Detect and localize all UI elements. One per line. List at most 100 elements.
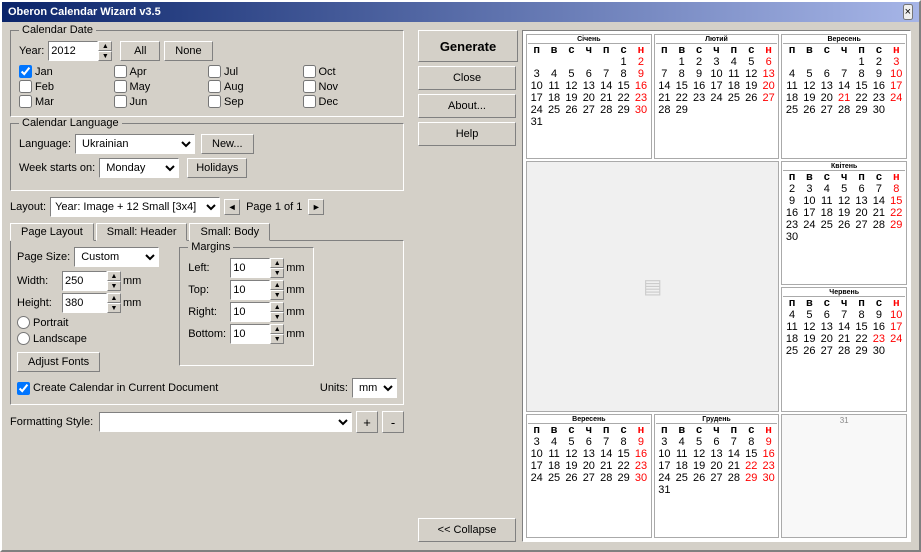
dialog-overlay: Define Holidays for 'Ukrainian' × Holida… <box>523 31 910 541</box>
about-button[interactable]: About... <box>418 94 516 118</box>
months-grid: Jan Apr Jul Oct Feb May Aug Nov Mar Jun … <box>19 65 395 108</box>
height-input[interactable] <box>62 293 107 313</box>
right-margin-up[interactable]: ▲ <box>270 302 284 312</box>
calendar-language-group: Calendar Language Language: Ukrainian Ne… <box>10 123 404 191</box>
calendar-preview-panel: Січень п в с ч п с н 12 3456789 10111213… <box>522 30 911 542</box>
month-nov: Nov <box>303 80 386 93</box>
bottom-margin-input[interactable] <box>230 324 270 344</box>
width-input[interactable] <box>62 271 107 291</box>
month-may-label: May <box>130 81 151 93</box>
formatting-add-button[interactable]: + <box>356 411 378 433</box>
year-up-button[interactable]: ▲ <box>98 41 112 51</box>
left-margin-row: Left: ▲ ▼ mm <box>188 258 304 278</box>
none-button[interactable]: None <box>164 41 212 61</box>
right-margin-label: Right: <box>188 306 230 318</box>
top-margin-up[interactable]: ▲ <box>270 280 284 290</box>
month-sep-label: Sep <box>224 96 244 108</box>
width-row: Width: ▲ ▼ mm <box>17 271 159 291</box>
year-input[interactable] <box>48 41 98 61</box>
formatting-label: Formatting Style: <box>10 416 93 428</box>
height-down[interactable]: ▼ <box>107 303 121 313</box>
width-up[interactable]: ▲ <box>107 271 121 281</box>
new-language-button[interactable]: New... <box>201 134 254 154</box>
bottom-margin-row: Bottom: ▲ ▼ mm <box>188 324 304 344</box>
year-spin-buttons: ▲ ▼ <box>98 41 112 61</box>
month-feb-checkbox[interactable] <box>19 80 32 93</box>
portrait-label: Portrait <box>33 317 68 329</box>
margins-title: Margins <box>188 241 233 253</box>
tab-content: Page Size: Custom Width: ▲ ▼ <box>10 240 404 405</box>
page-size-select[interactable]: Custom <box>74 247 159 267</box>
width-down[interactable]: ▼ <box>107 281 121 291</box>
main-window: Oberon Calendar Wizard v3.5 × Calendar D… <box>0 0 921 552</box>
month-may-checkbox[interactable] <box>114 80 127 93</box>
year-down-button[interactable]: ▼ <box>98 51 112 61</box>
landscape-radio[interactable] <box>17 332 30 345</box>
create-row: Create Calendar in Current Document Unit… <box>17 378 397 398</box>
all-button[interactable]: All <box>120 41 160 61</box>
month-nov-checkbox[interactable] <box>303 80 316 93</box>
page-prev-button[interactable]: ◄ <box>224 199 240 215</box>
month-mar-checkbox[interactable] <box>19 95 32 108</box>
page-next-button[interactable]: ► <box>308 199 324 215</box>
bottom-margin-down[interactable]: ▼ <box>270 334 284 344</box>
left-margin-down[interactable]: ▼ <box>270 268 284 278</box>
formatting-select[interactable] <box>99 412 352 432</box>
height-label: Height: <box>17 297 62 309</box>
tab-small-body[interactable]: Small: Body <box>189 223 270 241</box>
right-margin-spin: ▲ ▼ <box>270 302 284 322</box>
title-bar-controls: × <box>903 4 913 20</box>
right-margin-input[interactable] <box>230 302 270 322</box>
height-row: Height: ▲ ▼ mm <box>17 293 159 313</box>
month-jul-checkbox[interactable] <box>208 65 221 78</box>
create-checkbox[interactable] <box>17 382 30 395</box>
month-aug: Aug <box>208 80 291 93</box>
week-select[interactable]: Monday <box>99 158 179 178</box>
month-jan-checkbox[interactable] <box>19 65 32 78</box>
month-nov-label: Nov <box>319 81 339 93</box>
month-jul-label: Jul <box>224 66 238 78</box>
tab-page-layout[interactable]: Page Layout <box>10 223 94 241</box>
height-unit: mm <box>123 297 141 309</box>
landscape-label: Landscape <box>33 333 87 345</box>
right-margin-down[interactable]: ▼ <box>270 312 284 322</box>
month-jan-label: Jan <box>35 66 53 78</box>
calendar-date-title: Calendar Date <box>19 24 96 36</box>
month-aug-checkbox[interactable] <box>208 80 221 93</box>
month-jun-checkbox[interactable] <box>114 95 127 108</box>
help-button[interactable]: Help <box>418 122 516 146</box>
generate-button[interactable]: Generate <box>418 30 518 62</box>
week-row: Week starts on: Monday Holidays <box>19 158 395 178</box>
month-dec-checkbox[interactable] <box>303 95 316 108</box>
month-sep-checkbox[interactable] <box>208 95 221 108</box>
bottom-margin-up[interactable]: ▲ <box>270 324 284 334</box>
top-margin-down[interactable]: ▼ <box>270 290 284 300</box>
collapse-button[interactable]: << Collapse <box>418 518 516 542</box>
formatting-remove-button[interactable]: - <box>382 411 404 433</box>
year-label: Year: <box>19 45 44 57</box>
tab-small-header[interactable]: Small: Header <box>96 223 188 241</box>
language-select[interactable]: Ukrainian <box>75 134 195 154</box>
month-aug-label: Aug <box>224 81 244 93</box>
adjust-fonts-button[interactable]: Adjust Fonts <box>17 352 100 372</box>
year-row: Year: ▲ ▼ All None <box>19 41 395 61</box>
holidays-button[interactable]: Holidays <box>187 158 247 178</box>
top-margin-input[interactable] <box>230 280 270 300</box>
page-info: Page 1 of 1 <box>246 201 302 213</box>
left-margin-spin: ▲ ▼ <box>270 258 284 278</box>
close-main-button[interactable]: Close <box>418 66 516 90</box>
layout-select[interactable]: Year: Image + 12 Small [3x4] <box>50 197 220 217</box>
units-select[interactable]: mm <box>352 378 397 398</box>
height-up[interactable]: ▲ <box>107 293 121 303</box>
left-margin-up[interactable]: ▲ <box>270 258 284 268</box>
top-mm: mm <box>286 284 304 296</box>
month-oct-checkbox[interactable] <box>303 65 316 78</box>
month-jul: Jul <box>208 65 291 78</box>
month-dec-label: Dec <box>319 96 339 108</box>
month-apr-checkbox[interactable] <box>114 65 127 78</box>
window-close-button[interactable]: × <box>903 4 913 20</box>
month-mar: Mar <box>19 95 102 108</box>
calendar-language-title: Calendar Language <box>19 117 122 129</box>
left-margin-input[interactable] <box>230 258 270 278</box>
portrait-radio[interactable] <box>17 316 30 329</box>
